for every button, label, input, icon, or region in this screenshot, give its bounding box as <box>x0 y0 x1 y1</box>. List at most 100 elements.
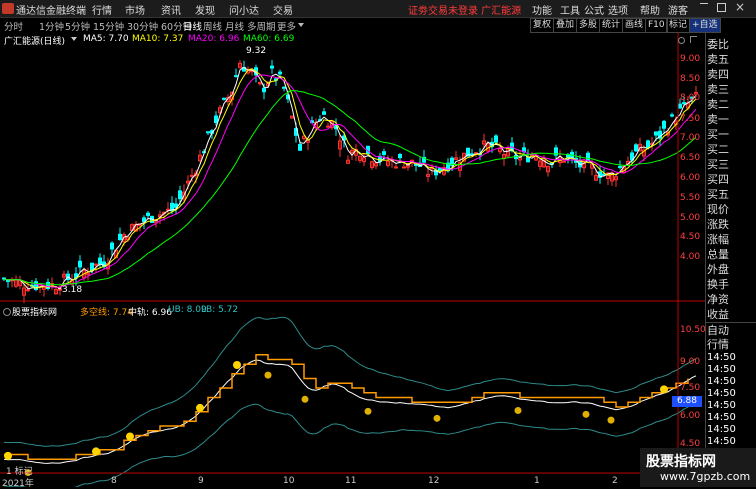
quote-label: 买一 <box>707 128 729 141</box>
candle-body <box>110 242 114 250</box>
candle-body <box>394 166 398 169</box>
candle-body <box>262 87 266 93</box>
tf-weekly[interactable]: 周线 <box>203 19 222 33</box>
duokong-line <box>4 354 689 460</box>
sub-panel-title: 股票指标网 <box>12 308 58 318</box>
quote-label: 卖一 <box>707 113 729 126</box>
tf-1min[interactable]: 1分钟 <box>39 19 64 33</box>
tick-header-hq[interactable]: 行情 <box>707 336 756 352</box>
tf-multi[interactable]: 多周期 <box>247 19 276 33</box>
tf-daily[interactable]: 日线 <box>183 19 202 33</box>
tick-time: 14:50 <box>707 352 736 363</box>
quote-label: 净资 <box>707 293 729 306</box>
menu-zixun[interactable]: 资讯 <box>161 2 181 17</box>
btn-biaoji[interactable]: 标记 <box>666 18 691 33</box>
btn-tongji[interactable]: 统计 <box>599 18 624 33</box>
tf-30min[interactable]: 30分钟 <box>127 19 158 33</box>
menu-youke[interactable]: 游客 <box>668 2 688 17</box>
btn-duogu[interactable]: 多股 <box>576 18 601 33</box>
menu-faxian[interactable]: 发现 <box>195 2 215 17</box>
candle-body <box>282 86 286 89</box>
money-bag-icon <box>582 410 590 418</box>
tf-5min[interactable]: 5分钟 <box>65 19 90 33</box>
tf-15min[interactable]: 15分钟 <box>93 19 124 33</box>
maximize-icon[interactable] <box>717 3 726 12</box>
btn-huaxian[interactable]: 画线 <box>622 18 647 33</box>
tf-fenshi[interactable]: 分时 <box>4 19 23 33</box>
tick-time: 14:50 <box>707 412 736 423</box>
y-tick-6.50: 6.50 <box>680 153 701 163</box>
menu-gongshi[interactable]: 公式 <box>584 2 604 17</box>
menu-gongju[interactable]: 工具 <box>560 2 580 17</box>
quote-label: 涨跌 <box>707 218 729 231</box>
candle-body <box>278 71 282 75</box>
y-tick-4.50: 4.50 <box>680 232 701 242</box>
quote-label: 卖四 <box>707 68 729 81</box>
mid-band-line <box>3 359 697 464</box>
candle-body <box>234 75 238 78</box>
btn-f10[interactable]: F10 <box>645 18 668 33</box>
x-label-12: 12 <box>428 476 440 486</box>
expand-icon[interactable] <box>690 36 697 43</box>
candle-body <box>678 103 682 109</box>
indicator-settings-icon[interactable] <box>3 308 11 316</box>
candle-body <box>382 151 386 155</box>
mid-label: 中轨: 6.96 <box>128 308 172 318</box>
menu-gongneng[interactable]: 功能 <box>532 2 552 17</box>
y-tick-5.50: 5.50 <box>680 193 701 203</box>
login-notice[interactable]: 证劵交易未登录 广汇能源 <box>408 2 521 17</box>
face-marker-icon <box>4 451 12 460</box>
menu-hangqing[interactable]: 行情 <box>92 2 112 17</box>
candle-body <box>562 160 566 163</box>
menu-shichang[interactable]: 市场 <box>125 2 145 17</box>
y-tick-7.00: 7.00 <box>680 133 701 143</box>
close-icon[interactable]: × <box>735 0 745 14</box>
minimize-icon[interactable] <box>700 3 708 4</box>
menu-bangzhu[interactable]: 帮助 <box>640 2 660 17</box>
x-label-2: 2 <box>612 476 618 486</box>
x-label-1: 1 <box>534 476 540 486</box>
candle-body <box>94 263 98 266</box>
money-bag-icon <box>514 406 522 414</box>
candle-body <box>26 289 30 292</box>
candle-body <box>662 120 666 129</box>
candle-body <box>6 279 10 282</box>
candle-body <box>118 233 122 241</box>
menu-jiaoyi[interactable]: 交易 <box>273 2 293 17</box>
high-price-label: 9.32 <box>246 46 267 56</box>
quote-label: 换手 <box>707 278 729 291</box>
menu-wenxiaoda[interactable]: 问小达 <box>229 2 259 17</box>
menu-xuanxiang[interactable]: 选项 <box>608 2 628 17</box>
btn-fuquan[interactable]: 复权 <box>530 18 555 33</box>
btn-diejia[interactable]: 叠加 <box>553 18 578 33</box>
quote-label: 买三 <box>707 158 729 171</box>
settings-icon[interactable] <box>678 37 685 44</box>
chevron-down-icon[interactable] <box>298 23 304 27</box>
quote-label: 卖三 <box>707 83 729 96</box>
btn-zixuan[interactable]: +自选 <box>689 18 721 33</box>
current-value-badge: 6.88 <box>672 396 702 407</box>
ma60-line <box>3 90 697 286</box>
tick-time: 14:50 <box>707 400 736 411</box>
watermark-url: www.7gpzb.com <box>660 470 751 483</box>
upper-band-line <box>3 316 697 447</box>
face-marker-icon <box>660 385 668 394</box>
lower-band-line <box>3 401 697 487</box>
money-bag-icon <box>433 414 441 422</box>
tf-monthly[interactable]: 月线 <box>225 19 244 33</box>
chart-area[interactable] <box>0 33 705 487</box>
candle-body <box>298 143 302 151</box>
candle-body <box>402 166 406 169</box>
candle-body <box>78 260 82 268</box>
x-label-11: 11 <box>345 476 357 486</box>
sub-y-tick-7.50: 7.50 <box>680 383 701 393</box>
quote-label: 总量 <box>707 248 729 261</box>
quote-label: 买二 <box>707 143 729 156</box>
tick-time: 14:50 <box>707 424 736 435</box>
low-price-label: 3.18 <box>62 285 83 295</box>
sub-y-tick-6.00: 6.00 <box>680 411 701 421</box>
tf-more[interactable]: 更多 <box>277 19 296 33</box>
candle-body <box>654 131 658 136</box>
sub-y-tick-9.00: 9.00 <box>680 357 701 367</box>
x-label-8: 8 <box>111 476 117 486</box>
